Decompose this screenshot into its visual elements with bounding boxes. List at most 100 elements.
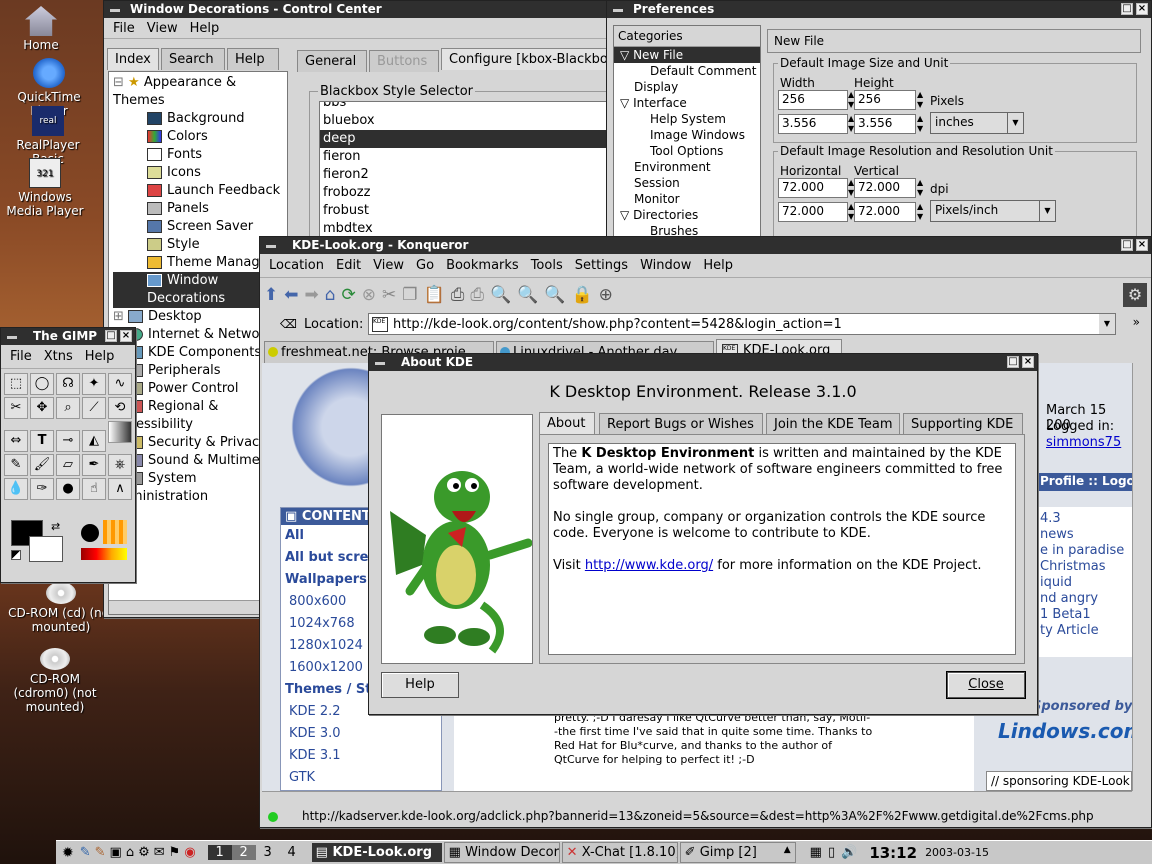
up-icon[interactable]: ⬆ xyxy=(264,285,278,305)
pencil-icon[interactable]: ✎ xyxy=(4,454,28,476)
lindows-logo[interactable]: Lindows.com xyxy=(998,719,1132,743)
magnify-icon[interactable]: ⌕ xyxy=(56,397,80,419)
category-new-file[interactable]: ▽ New File xyxy=(614,47,760,63)
tree-item-background[interactable]: Background xyxy=(113,110,287,128)
category-default-comment[interactable]: Default Comment xyxy=(614,63,760,79)
profile-logout-bar[interactable]: Profile :: Logo xyxy=(1036,473,1132,491)
category-directories[interactable]: ▽ Directories xyxy=(614,207,760,223)
desktop-icon-cdrom-cdrom0[interactable]: CD-ROM (cdrom0) (not mounted) xyxy=(10,648,100,714)
kde-website-link[interactable]: http://www.kde.org/ xyxy=(585,558,713,573)
width-inches-input[interactable]: 3.556 xyxy=(778,114,848,134)
clear-location-icon[interactable]: ⌫ xyxy=(280,317,297,331)
menu-tools[interactable]: Tools xyxy=(526,258,568,273)
tree-item-colors[interactable]: Colors xyxy=(113,128,287,146)
bezier-icon[interactable]: ∿ xyxy=(108,373,132,395)
reload-icon[interactable]: ⟳ xyxy=(342,285,356,305)
news-link[interactable]: 4.3 xyxy=(1040,511,1132,527)
task-gimp[interactable]: ✐ Gimp [2] ▲ xyxy=(679,842,796,863)
bucket-fill-icon[interactable]: ◭ xyxy=(82,430,106,452)
more-toolbar-icon[interactable]: » xyxy=(1133,315,1140,329)
news-link[interactable]: nd angry xyxy=(1040,591,1132,607)
category-tool-options[interactable]: Tool Options xyxy=(614,143,760,159)
zoom-out-icon[interactable]: 🔍 xyxy=(544,285,565,305)
vres-input[interactable]: 72.000 xyxy=(854,178,916,198)
url-input[interactable]: KDE http://kde-look.org/content/show.php?… xyxy=(368,313,1116,335)
desktop-icon-realplayer[interactable]: real RealPlayer Basic xyxy=(0,106,96,166)
nav-gtk[interactable]: GTK xyxy=(285,767,441,789)
style-item[interactable]: frobozz xyxy=(320,184,608,202)
menu-go[interactable]: Go xyxy=(411,258,439,273)
pager-desktop-4[interactable]: 4 xyxy=(280,845,304,860)
close-icon[interactable]: × xyxy=(1136,239,1148,251)
window-menu-icon[interactable] xyxy=(266,245,276,248)
crop-icon[interactable]: ⟋ xyxy=(82,397,106,419)
eraser-icon[interactable]: ▱ xyxy=(56,454,80,476)
task-window-decorations[interactable]: ▦ Window Decora xyxy=(443,842,560,863)
news-link[interactable]: news xyxy=(1040,527,1132,543)
print-icon[interactable]: ⎙ xyxy=(451,285,465,305)
tree-item-launch-feedback[interactable]: Launch Feedback xyxy=(113,182,287,200)
menu-edit[interactable]: Edit xyxy=(331,258,366,273)
desktop-icon-wmp[interactable]: 321 Windows Media Player xyxy=(0,158,90,218)
text-icon[interactable]: T xyxy=(30,430,54,452)
dodge-icon[interactable]: ● xyxy=(56,478,80,500)
width-input[interactable]: 256 xyxy=(778,90,848,110)
quicklaunch-icon[interactable]: ✎ xyxy=(80,845,91,860)
ellipse-select-icon[interactable]: ◯ xyxy=(30,373,54,395)
style-item[interactable]: bluebox xyxy=(320,112,608,130)
menu-location[interactable]: Location xyxy=(264,258,329,273)
tray-calendar-icon[interactable]: ▦ xyxy=(810,845,822,860)
window-menu-icon[interactable] xyxy=(613,9,623,12)
blur-icon[interactable]: 💧 xyxy=(4,478,28,500)
page-hscrollbar[interactable] xyxy=(262,791,1132,805)
news-link[interactable]: ty Article xyxy=(1040,623,1132,639)
height-spin-icon[interactable]: ▲ ▼ xyxy=(917,90,923,110)
vres2-spin-icon[interactable]: ▲ ▼ xyxy=(917,202,923,222)
brush-preview-icon[interactable] xyxy=(81,524,99,542)
clone-icon[interactable]: ⎈ xyxy=(108,454,132,476)
back-icon[interactable]: ⬅ xyxy=(284,285,298,305)
cut-icon[interactable]: ✂ xyxy=(382,285,396,305)
terminal-icon[interactable]: ▣ xyxy=(110,845,122,860)
move-icon[interactable]: ✥ xyxy=(30,397,54,419)
tab-configure[interactable]: Configure [kbox-Blackbox] xyxy=(441,48,611,70)
flip-icon[interactable]: ⇔ xyxy=(4,430,28,452)
help-button[interactable]: Help xyxy=(381,672,459,698)
home-icon[interactable]: ⌂ xyxy=(325,285,336,305)
quicklaunch-icon[interactable]: ✎ xyxy=(95,845,106,860)
about-tab-report-bugs[interactable]: Report Bugs or Wishes xyxy=(599,413,763,435)
kde-gear-icon[interactable]: ⚙ xyxy=(1123,283,1147,307)
hres-input[interactable]: 72.000 xyxy=(778,178,848,198)
category-image-windows[interactable]: Image Windows xyxy=(614,127,760,143)
news-link[interactable]: e in paradise xyxy=(1040,543,1132,559)
vres2-input[interactable]: 72.000 xyxy=(854,202,916,222)
ink-icon[interactable]: ✑ xyxy=(30,478,54,500)
close-button[interactable]: Close xyxy=(946,671,1026,699)
task-xchat[interactable]: ✕ X-Chat [1.8.10] xyxy=(561,842,678,863)
tree-item-panels[interactable]: Panels xyxy=(113,200,287,218)
menu-view[interactable]: View xyxy=(368,258,409,273)
transform-icon[interactable]: ⟲ xyxy=(108,397,132,419)
task-kde-look[interactable]: ▤ KDE-Look.org xyxy=(311,843,442,862)
style-item[interactable]: bbs xyxy=(320,102,608,112)
control-center-titlebar[interactable]: Window Decorations - Control Center xyxy=(104,1,622,18)
style-item-selected[interactable]: deep xyxy=(320,130,608,148)
menu-file[interactable]: File xyxy=(108,21,140,36)
copy-icon[interactable]: ❐ xyxy=(402,285,417,305)
default-colors-icon[interactable] xyxy=(11,550,21,560)
download-icon[interactable]: ⊕ xyxy=(599,285,613,305)
quicklaunch-icon[interactable]: ✉ xyxy=(154,845,165,860)
category-display[interactable]: Display xyxy=(614,79,760,95)
menu-settings[interactable]: Settings xyxy=(570,258,633,273)
quicklaunch-icon[interactable]: ◉ xyxy=(184,845,195,860)
smudge-icon[interactable]: ☝ xyxy=(82,478,106,500)
tree-item-appearance[interactable]: ⊟ ★ Appearance & Themes xyxy=(113,74,287,110)
tab-general[interactable]: General xyxy=(297,50,367,72)
paintbrush-icon[interactable]: 🖌 xyxy=(30,454,54,476)
menu-help[interactable]: Help xyxy=(80,349,120,364)
window-menu-icon[interactable] xyxy=(7,336,17,339)
tree-item-icons[interactable]: Icons xyxy=(113,164,287,182)
vres-spin-icon[interactable]: ▲ ▼ xyxy=(917,178,923,198)
maximize-icon[interactable]: □ xyxy=(1121,239,1133,251)
about-tab-join-team[interactable]: Join the KDE Team xyxy=(766,413,900,435)
